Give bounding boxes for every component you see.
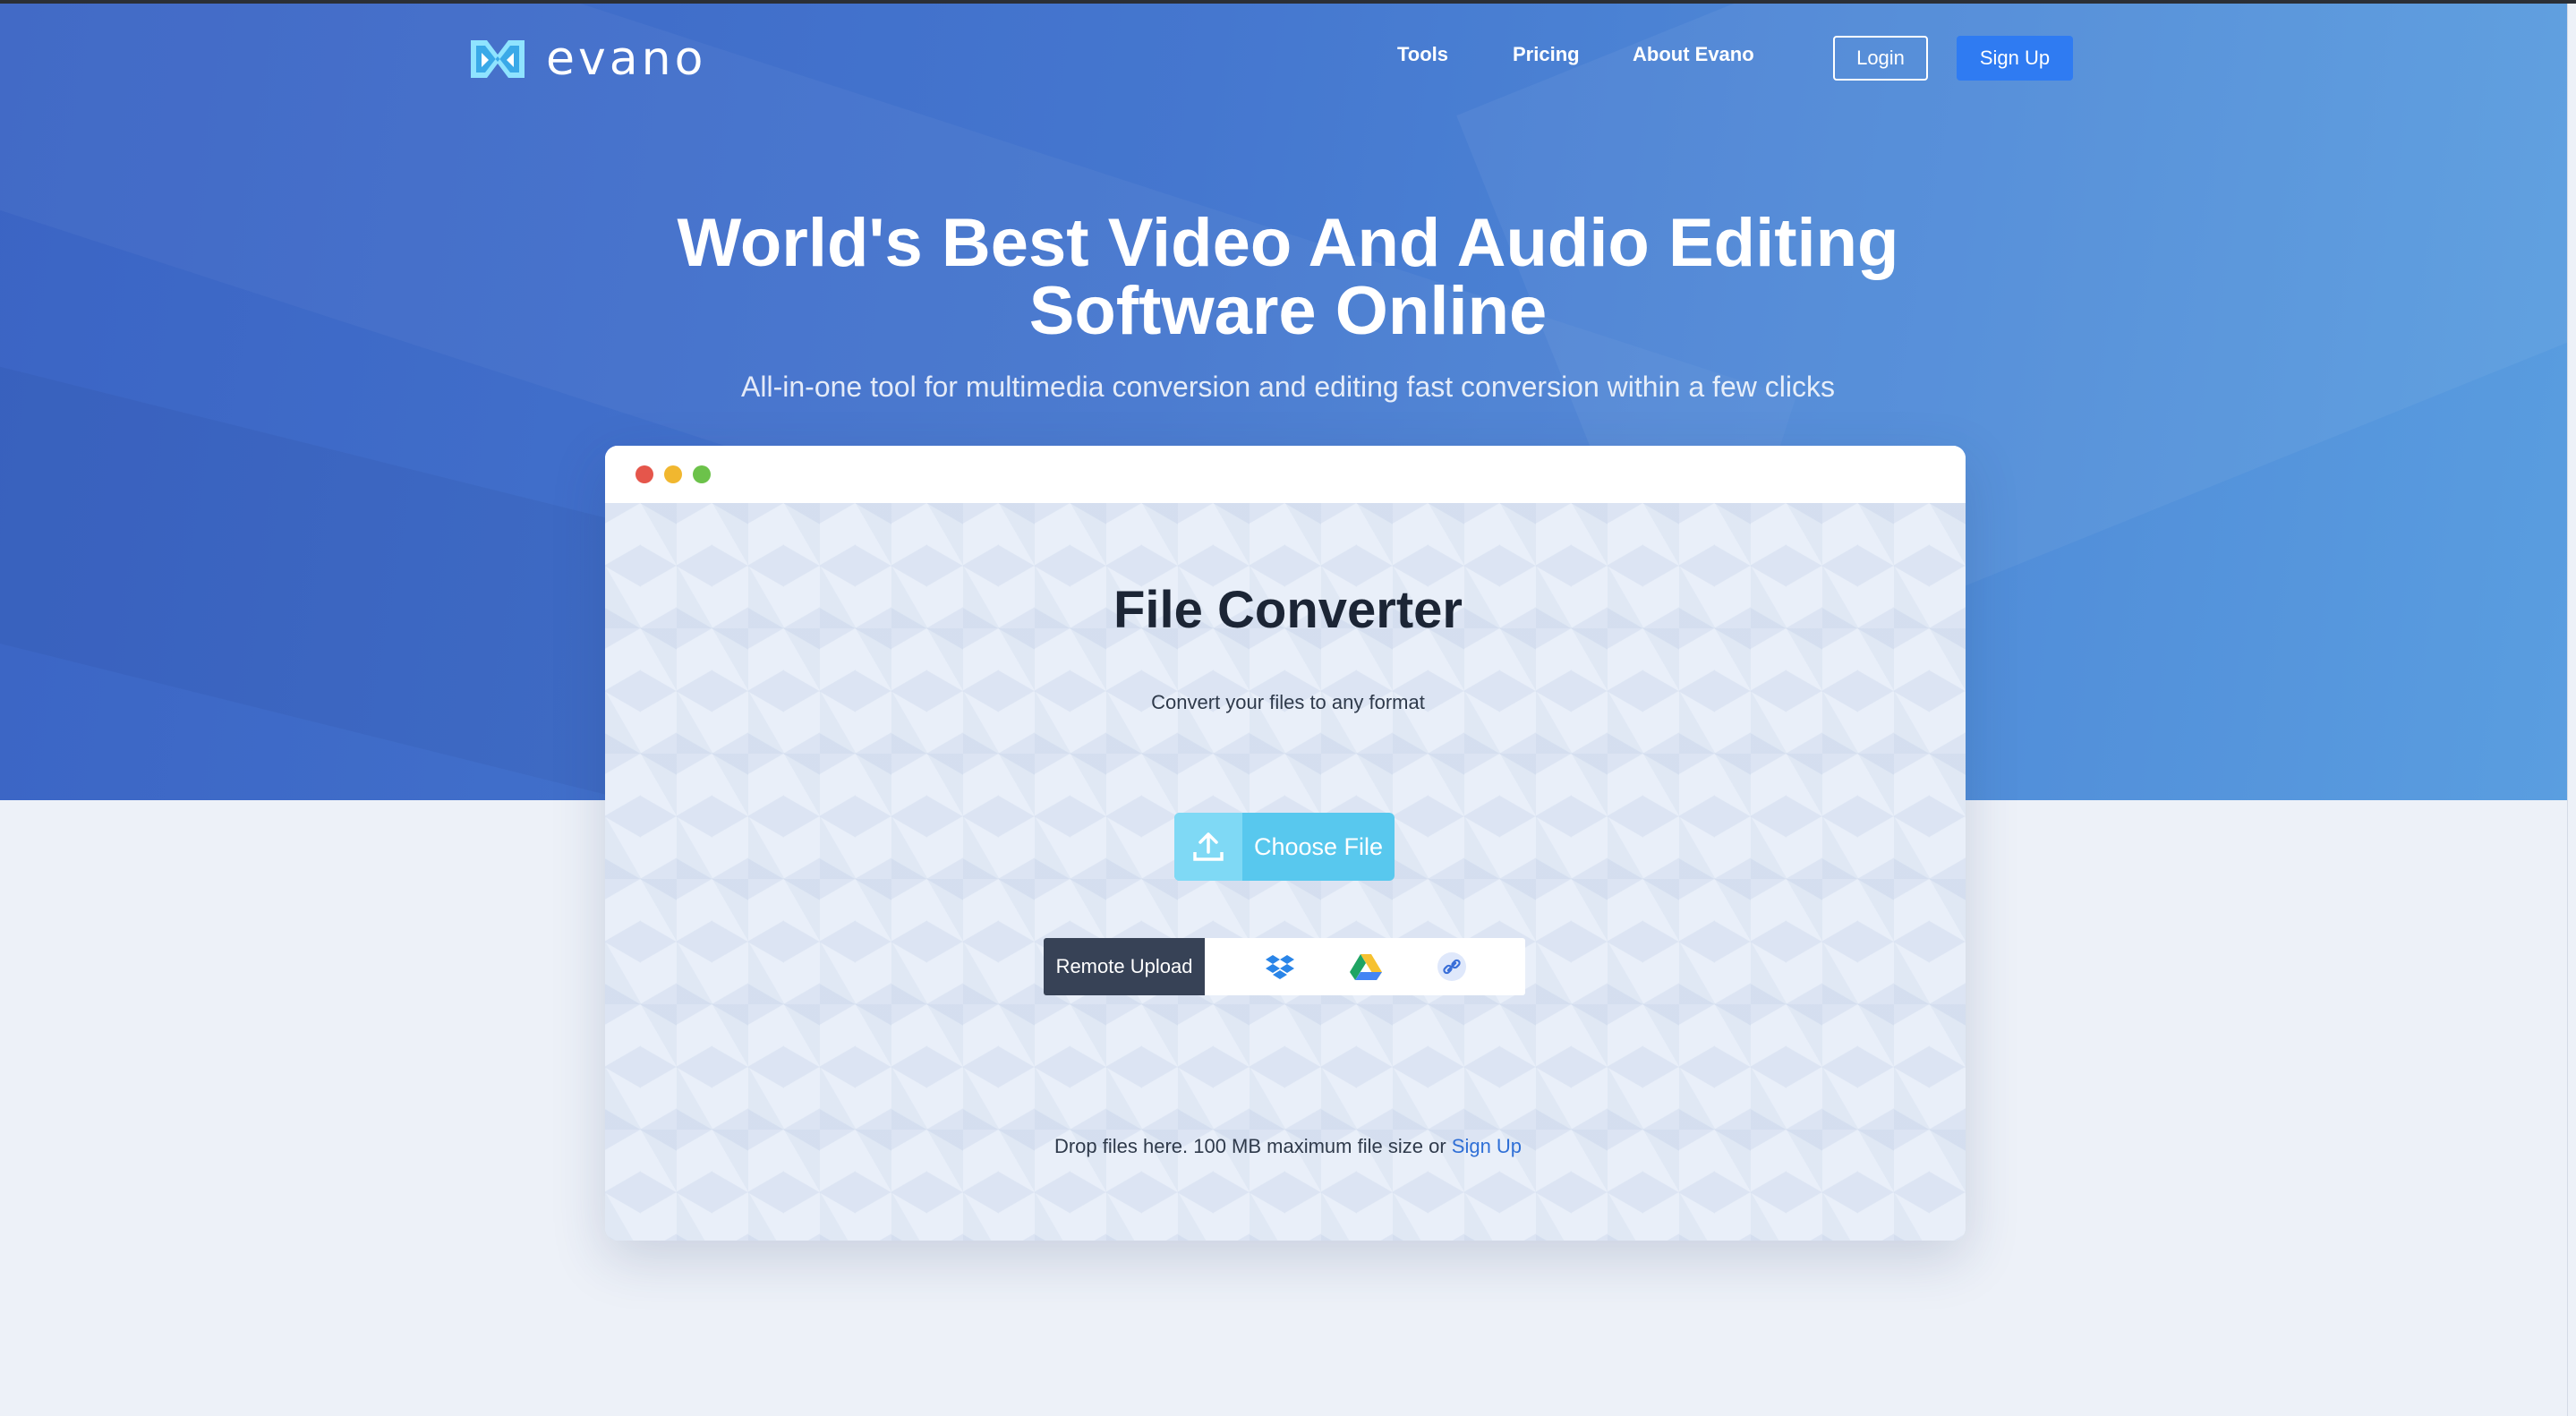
dropbox-icon[interactable]: [1262, 949, 1298, 985]
login-button[interactable]: Login: [1833, 36, 1928, 81]
window-dot-yellow: [664, 465, 682, 483]
page: { "header": { "logo_text": "evano", "nav…: [0, 0, 2576, 1416]
converter-subtitle: Convert your files to any format: [1151, 691, 1425, 713]
remote-sources: [1205, 938, 1525, 995]
nav-about[interactable]: About Evano: [1633, 43, 1754, 66]
converter-title: File Converter: [1113, 581, 1463, 639]
remote-upload-button[interactable]: Remote Upload: [1044, 938, 1205, 995]
top-nav: Tools Pricing About Evano Login Sign Up: [0, 36, 2576, 82]
window-dot-green: [693, 465, 711, 483]
nav-pricing[interactable]: Pricing: [1513, 43, 1580, 66]
signup-button[interactable]: Sign Up: [1957, 36, 2073, 81]
link-icon[interactable]: [1434, 949, 1470, 985]
hero-subheadline: All-in-one tool for multimedia conversio…: [741, 371, 1835, 403]
upload-icon: [1174, 813, 1242, 881]
window-dot-red: [635, 465, 653, 483]
choose-file-button[interactable]: Choose File: [1174, 813, 1395, 881]
drop-text: Drop files here. 100 MB maximum file siz…: [1053, 1135, 1446, 1157]
scrollbar[interactable]: [2567, 4, 2576, 1416]
remote-upload-bar: Remote Upload: [1044, 938, 1525, 995]
drop-signup-link[interactable]: Sign Up: [1452, 1135, 1522, 1157]
card-window-bar: [605, 446, 1966, 503]
google-drive-icon[interactable]: [1348, 949, 1384, 985]
hero-headline-line: World's Best Video And Audio Editing: [677, 205, 1899, 281]
hero-headline: World's Best Video And Audio Editing Sof…: [0, 209, 2576, 345]
nav-tools[interactable]: Tools: [1397, 43, 1448, 66]
hero-headline-line: Software Online: [1028, 273, 1548, 349]
choose-file-label: Choose File: [1253, 832, 1384, 860]
drop-instructions: Drop files here. 100 MB maximum file siz…: [0, 1135, 2576, 1158]
